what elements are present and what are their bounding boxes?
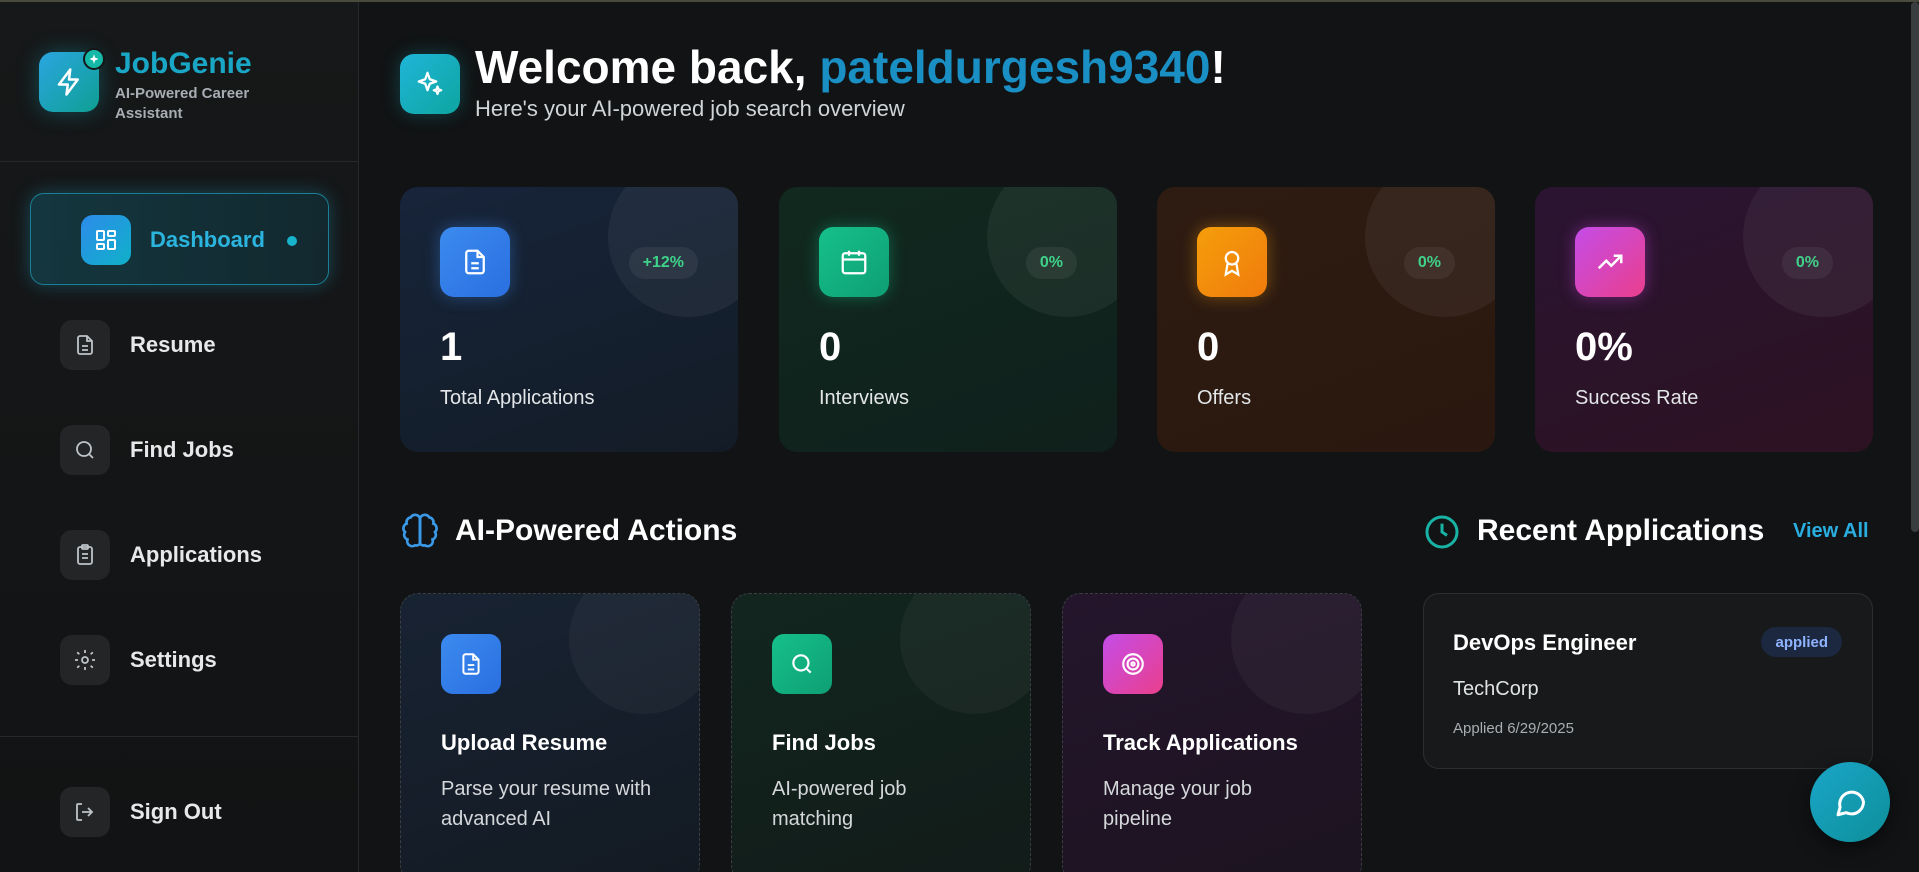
stat-card-interviews[interactable]: 0% 0 Interviews [779, 187, 1117, 452]
welcome-prefix: Welcome back, [475, 41, 820, 93]
action-title: Upload Resume [441, 730, 608, 755]
view-all-link[interactable]: View All [1793, 520, 1869, 543]
sidebar-item-label: Resume [130, 332, 216, 357]
card-glow [1231, 594, 1361, 714]
sparkle-badge-icon [83, 48, 105, 70]
stat-change-badge: 0% [1025, 247, 1077, 279]
application-date: Applied 6/29/2025 [1453, 720, 1574, 737]
page-subtitle: Here's your AI-powered job search overvi… [475, 96, 905, 121]
award-icon [1197, 227, 1267, 297]
stat-value: 0% [1575, 325, 1633, 369]
action-card-track-applications[interactable]: Track Applications Manage your job pipel… [1062, 593, 1362, 872]
document-icon [440, 227, 510, 297]
card-glow [900, 594, 1030, 714]
sidebar-item-label: Find Jobs [130, 437, 234, 462]
chat-bubble-icon [1836, 790, 1865, 817]
action-description: Parse your resume with advanced AI [441, 778, 652, 830]
search-icon [60, 425, 110, 475]
action-card-find-jobs[interactable]: Find Jobs AI-powered job matching [731, 593, 1031, 872]
stat-card-offers[interactable]: 0% 0 Offers [1157, 187, 1495, 452]
recent-section-title: Recent Applications [1477, 514, 1765, 547]
sidebar-item-dashboard[interactable]: Dashboard [30, 193, 329, 285]
trending-up-icon [1575, 227, 1645, 297]
stat-card-success-rate[interactable]: 0% 0% Success Rate [1535, 187, 1873, 452]
stat-change-badge: +12% [628, 247, 698, 279]
stat-change-badge: 0% [1781, 247, 1833, 279]
sidebar-item-applications[interactable]: Applications [30, 509, 329, 601]
target-icon [1103, 634, 1163, 694]
stat-label: Total Applications [440, 387, 595, 409]
sidebar-item-find-jobs[interactable]: Find Jobs [30, 404, 329, 496]
file-icon [60, 320, 110, 370]
calendar-icon [819, 227, 889, 297]
action-card-upload-resume[interactable]: Upload Resume Parse your resume with adv… [400, 593, 700, 872]
welcome-suffix: ! [1210, 41, 1226, 93]
brand-tagline: AI-Powered Career Assistant [115, 85, 250, 122]
sidebar-item-label: Dashboard [150, 227, 265, 252]
recent-application-card[interactable]: DevOps Engineer applied TechCorp Applied… [1423, 593, 1873, 769]
sidebar: JobGenie AI-Powered Career Assistant Das… [0, 2, 359, 872]
action-description: Manage your job pipeline [1103, 778, 1252, 830]
actions-section-title: AI-Powered Actions [455, 514, 738, 547]
username: pateldurgesh9340 [819, 41, 1211, 93]
dashboard-icon [81, 215, 131, 265]
application-role: DevOps Engineer [1453, 630, 1637, 655]
brain-icon [400, 512, 440, 552]
sidebar-item-label: Applications [130, 542, 263, 567]
stat-label: Offers [1197, 387, 1252, 409]
sidebar-item-label: Settings [130, 647, 217, 672]
card-glow [569, 594, 699, 714]
stat-label: Success Rate [1575, 387, 1699, 409]
sign-out-button[interactable]: Sign Out [30, 766, 329, 858]
gear-icon [60, 635, 110, 685]
document-icon [441, 634, 501, 694]
brand-name: JobGenie [115, 47, 252, 80]
clipboard-icon [60, 530, 110, 580]
sidebar-divider [0, 736, 359, 737]
stat-label: Interviews [819, 387, 910, 409]
application-company: TechCorp [1453, 678, 1539, 700]
sparkles-icon [400, 54, 460, 114]
chat-button[interactable] [1810, 762, 1890, 842]
page-title: Welcome back, pateldurgesh9340! [475, 40, 1226, 94]
stat-value: 0 [1197, 325, 1220, 369]
status-badge: applied [1761, 627, 1842, 657]
stat-card-total-applications[interactable]: +12% 1 Total Applications [400, 187, 738, 452]
action-title: Track Applications [1103, 730, 1298, 755]
stat-value: 0 [819, 325, 842, 369]
action-description: AI-powered job matching [772, 778, 907, 830]
stat-change-badge: 0% [1403, 247, 1455, 279]
stat-value: 1 [440, 325, 463, 369]
sidebar-item-resume[interactable]: Resume [30, 299, 329, 391]
sign-out-icon [60, 787, 110, 837]
sidebar-item-settings[interactable]: Settings [30, 614, 329, 706]
scrollbar[interactable] [1911, 2, 1919, 532]
sign-out-label: Sign Out [130, 799, 222, 824]
active-indicator-dot [287, 236, 297, 246]
action-title: Find Jobs [772, 730, 876, 755]
clock-icon [1422, 512, 1462, 552]
search-icon [772, 634, 832, 694]
brand-header: JobGenie AI-Powered Career Assistant [0, 2, 359, 162]
